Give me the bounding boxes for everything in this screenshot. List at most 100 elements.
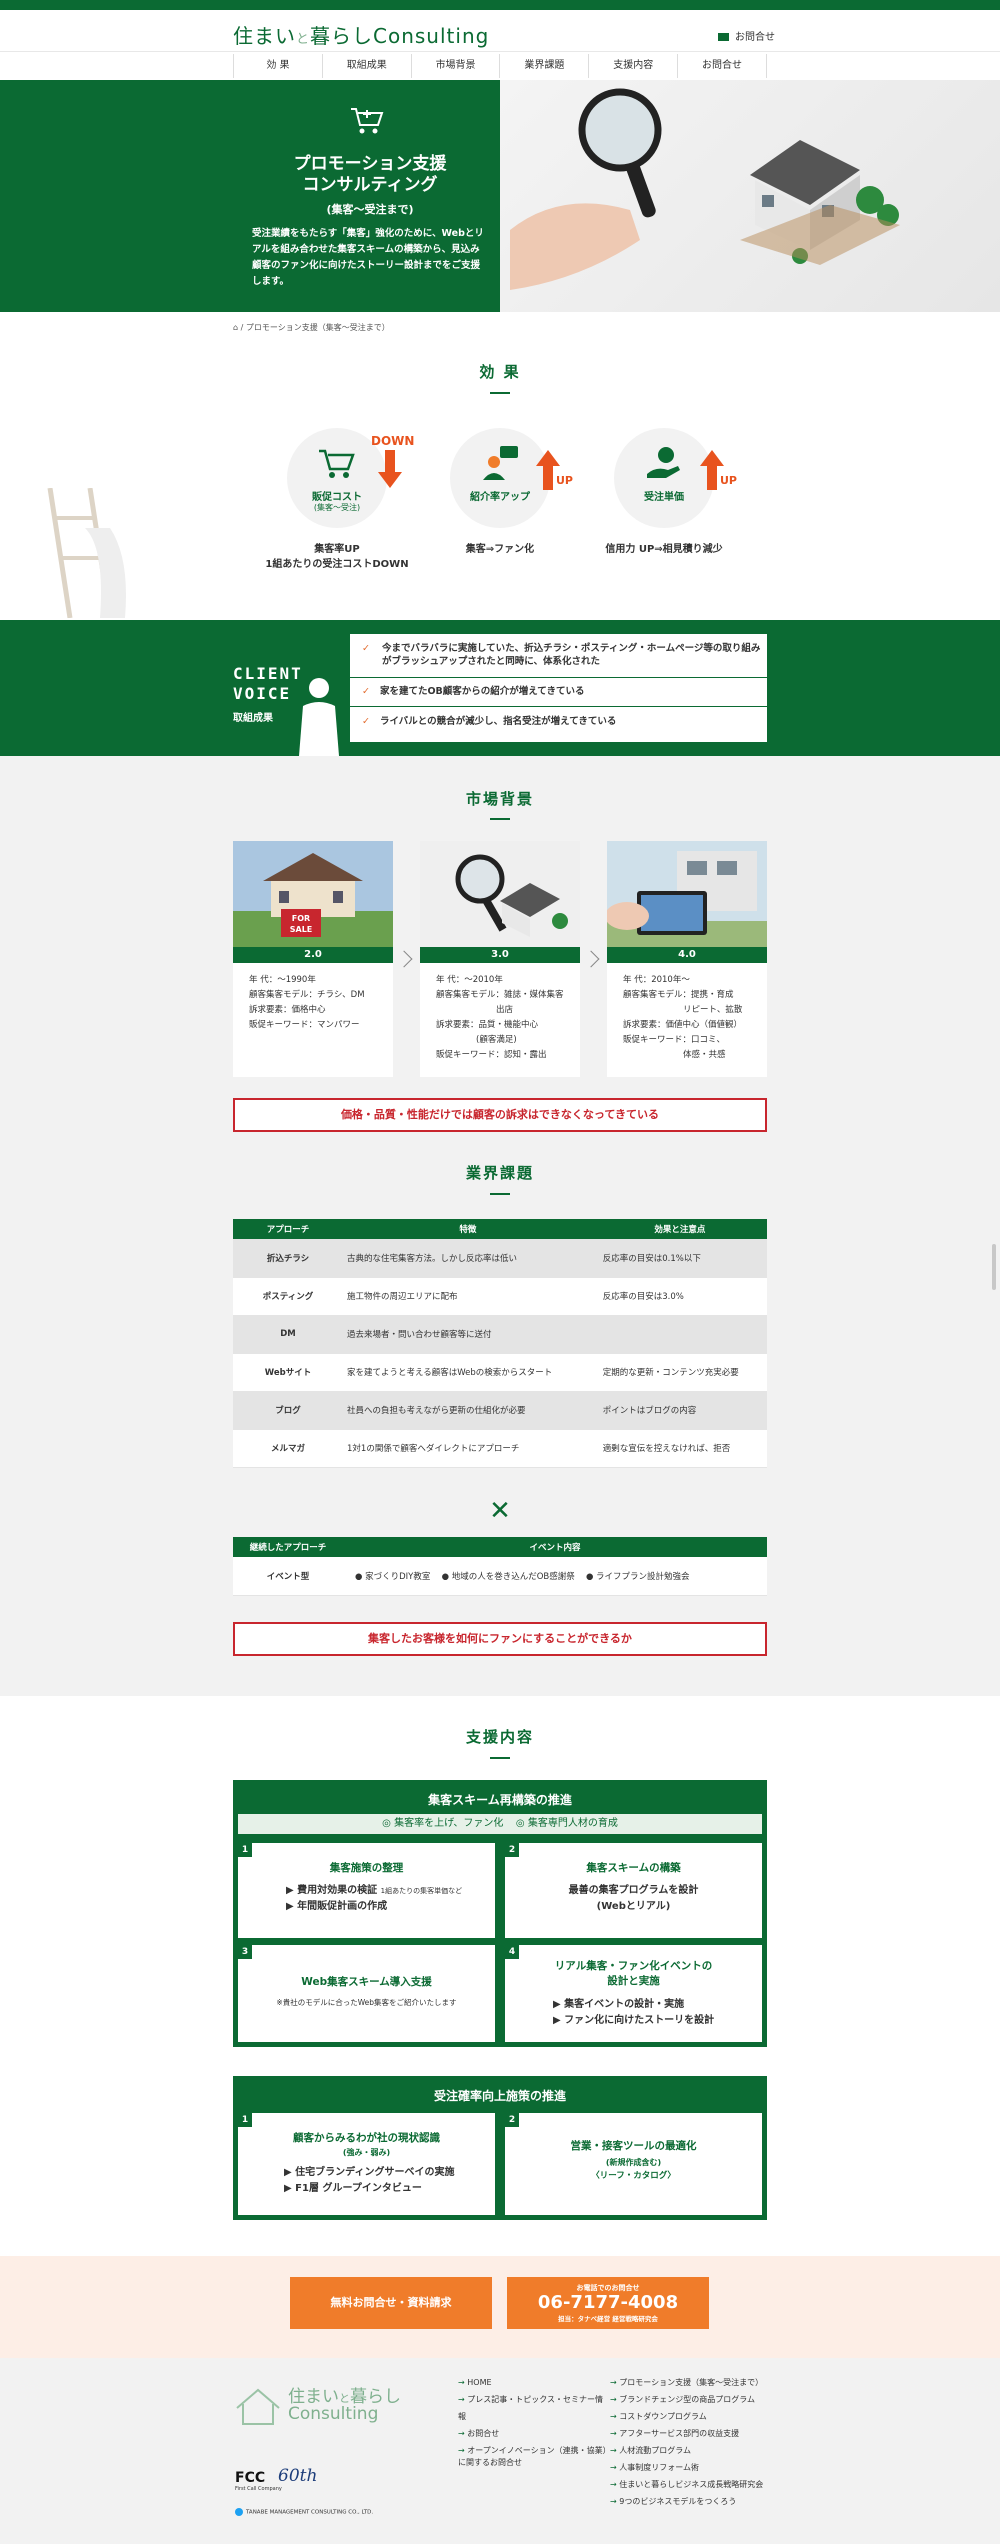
step-number: 1 — [238, 2113, 252, 2127]
event-item: ● 家づくりDIY教室 — [355, 1571, 431, 1582]
effect-referral-circle: 紹介率アップ — [450, 428, 550, 528]
header-contact-link[interactable]: お問合せ — [718, 28, 775, 43]
support-block-title: 受注確率向上施策の推進 — [433, 2089, 566, 2103]
scrollbar-thumb[interactable] — [992, 1244, 996, 1290]
footer-logo[interactable]: 住まいと暮らし Consulting — [233, 2380, 413, 2432]
company-name: TANABE MANAGEMENT CONSULTING CO., LTD. — [235, 2508, 373, 2516]
footer-link[interactable]: 住まいと暮らしビジネス成長戦略研究会 — [610, 2476, 770, 2493]
nav-item-results[interactable]: 取組成果 — [323, 54, 412, 78]
market-model: 顧客集客モデル：雑誌・媒体集客 — [436, 990, 564, 1000]
support-cell-line: ▶ 年間販促計画の作成 — [286, 1901, 388, 1912]
hero-text-panel: プロモーション支援 コンサルティング (集客〜受注まで) 受注業績をもたらす「集客… — [0, 80, 500, 312]
footer-link[interactable]: HOME — [458, 2374, 608, 2391]
support-cell-list: ▶ 費用対効果の検証 1組あたりの集客単価など ▶ 年間販促計画の作成 — [286, 1883, 462, 1915]
table-header: アプローチ — [233, 1219, 343, 1239]
table-row: ポスティング 施工物件の周辺エリアに配布 反応率の目安は3.0% — [233, 1277, 767, 1316]
table-cell: ポスティング — [233, 1277, 343, 1316]
market-keyword: 販促キーワード：認知・露出 — [436, 1050, 547, 1060]
phone-button[interactable]: お電話でのお問合せ 06-7177-4008 担当：タナベ経営 経営戦略研究会 — [507, 2277, 709, 2329]
market-keyword-cont: 体感・共感 — [683, 1050, 726, 1060]
support-cell-list: ▶ 住宅ブランディングサーベイの実施 ▶ F1層 グループインタビュー — [284, 2165, 454, 2197]
logo-text: 住まい — [233, 24, 296, 48]
footer-link[interactable]: コストダウンプログラム — [610, 2408, 770, 2425]
cart-icon — [351, 108, 384, 134]
phone-note: 担当：タナベ経営 経営戦略研究会 — [558, 2315, 658, 2323]
table-cell: 家を建てようと考える顧客はWebの検索からスタート — [343, 1353, 593, 1392]
footer-logo-en: Consulting — [288, 2404, 379, 2424]
section-underline — [490, 392, 510, 394]
client-voice-subtitle: 取組成果 — [233, 713, 273, 724]
support-cell-title: 顧客からみるわが社の現状認識 — [293, 2132, 440, 2144]
header-contact-label: お問合せ — [735, 32, 775, 43]
section-underline — [490, 1757, 510, 1759]
footer-link[interactable]: お問合せ — [458, 2425, 608, 2442]
footer-link[interactable]: アフターサービス部門の収益支援 — [610, 2425, 770, 2442]
market-appeal: 訴求要素：価格中心 — [249, 1005, 326, 1015]
support-cell-b2-1: 1 顧客からみるわが社の現状認識 (強み・弱み) ▶ 住宅ブランディングサーベイ… — [238, 2113, 495, 2215]
market-version: 2.0 — [233, 947, 393, 963]
footer-link[interactable]: オープンイノベーション（連携・協業）に関するお問合せ — [458, 2445, 608, 2469]
voice-item: ✓ 今までバラバラに実施していた、折込チラシ・ポスティング・ホームページ等の取り組… — [362, 642, 767, 668]
support-cell-list: ▶ 集客イベントの設計・実施 ▶ ファン化に向けたストーリを設計 — [553, 1997, 714, 2029]
step-number: 2 — [505, 1843, 519, 1857]
nav-item-market[interactable]: 市場背景 — [412, 54, 501, 78]
market-appeal: 訴求要素：価値中心（価値観） — [623, 1020, 743, 1030]
support-title: 支援内容 — [465, 1728, 534, 1746]
nav-item-effect[interactable]: 効 果 — [234, 54, 323, 78]
support-cell-title-cont: 設計と実施 — [607, 1975, 660, 1987]
support-cell-title: 営業・接客ツールの最適化 — [570, 2140, 697, 2152]
mail-icon — [718, 33, 729, 41]
site-header: 住まいと暮らしConsulting お問合せ — [0, 10, 1000, 52]
support-cell-2: 2 集客スキームの構築 最善の集客プログラムを設計 (Webとリアル) — [505, 1843, 762, 1938]
support-cell-line: ▶ F1層 グループインタビュー — [284, 2183, 422, 2194]
divider — [350, 677, 767, 678]
footer-link[interactable]: 人材流動プログラム — [610, 2442, 770, 2459]
site-logo[interactable]: 住まいと暮らしConsulting — [233, 20, 489, 49]
table-header-row: 継続したアプローチ イベント内容 — [233, 1537, 767, 1557]
support-cell-line: ▶ 費用対効果の検証 — [286, 1885, 378, 1896]
inquiry-button[interactable]: 無料お問合せ・資料請求 — [290, 2277, 492, 2329]
table-cell: イベント型 — [233, 1557, 343, 1596]
twitter-icon[interactable] — [235, 2508, 243, 2516]
nav-item-issues[interactable]: 業界課題 — [500, 54, 590, 78]
table-cell: 施工物件の周辺エリアに配布 — [343, 1277, 593, 1316]
event-list-cell: ● 家づくりDIY教室 ● 地域の人を巻き込んだOB感謝祭 ● ライフプラン設計… — [343, 1557, 767, 1596]
support-cell-4: 4 リアル集客・ファン化イベントの 設計と実施 ▶ 集客イベントの設計・実施 ▶… — [505, 1945, 762, 2042]
issues-table: アプローチ 特徴 効果と注意点 折込チラシ 古典的な住宅集客方法。しかし反応率は低い反… — [233, 1219, 767, 1468]
footer-link[interactable]: 9つのビジネスモデルをつくろう — [610, 2493, 770, 2510]
step-number: 2 — [505, 2113, 519, 2127]
divider — [350, 706, 767, 707]
footer-link[interactable]: 人事制度リフォーム術 — [610, 2459, 770, 2476]
market-keyword: 販促キーワード：マンパワー — [249, 1020, 360, 1030]
magnifier-house-photo — [420, 841, 580, 947]
effect-result: 集客⇒ファン化 — [465, 544, 535, 555]
home-icon[interactable]: ⌂ — [233, 323, 238, 332]
footer-link[interactable]: プロモーション支援（集客〜受注まで） — [610, 2374, 770, 2391]
breadcrumb: ⌂ / プロモーション支援（集客〜受注まで） — [233, 322, 390, 333]
table-cell: 社員への負担も考えながら更新の仕組化が必要 — [343, 1391, 593, 1430]
person-speech-icon — [483, 446, 518, 480]
nav-item-contact[interactable]: お問合せ — [678, 54, 767, 78]
table-cell: 適剰な宣伝を控えなければ、拒否 — [592, 1429, 767, 1468]
market-card-2-0: FOR SALE 2.0 年 代：〜1990年 顧客集客モデル：チラシ、DM 訴求… — [233, 841, 393, 1077]
fcc-logo: FCC — [235, 2470, 266, 2486]
hero-subtitle: (集客〜受注まで) — [326, 203, 414, 216]
hero-title-line2: コンサルティング — [302, 175, 438, 195]
market-era: 年 代：〜2010年 — [436, 975, 503, 985]
businessman-silhouette-icon — [299, 678, 339, 756]
footer-link[interactable]: プレス記事・トピックス・セミナー情報 — [458, 2391, 608, 2425]
effect-label: 受注単価 — [644, 492, 684, 503]
cta-band — [0, 2256, 1000, 2358]
effect-result: 集客率UP 1組あたりの受注コストDOWN — [247, 542, 427, 572]
down-badge: DOWN — [371, 434, 415, 448]
support-cell-line: 最善の集客プログラムを設計 — [568, 1885, 699, 1896]
footer-link[interactable]: ブランドチェンジ型の商品プログラム — [610, 2391, 770, 2408]
table-cell: ポイントはブログの内容 — [592, 1391, 767, 1430]
hero-section: プロモーション支援 コンサルティング (集客〜受注まで) 受注業績をもたらす「集客… — [0, 80, 1000, 312]
support-tags: ◎ 集客率を上げ、ファン化 ◎ 集客専門人材の育成 — [238, 1814, 762, 1834]
ladder-illustration — [47, 488, 126, 618]
table-cell: 反応率の目安は3.0% — [592, 1277, 767, 1316]
nav-item-support[interactable]: 支援内容 — [589, 54, 679, 78]
market-info: 年 代：2010年〜 顧客集客モデル：提携・育成 リピート、拡散 訴求要素：価値… — [623, 973, 763, 1063]
market-model: 顧客集客モデル：チラシ、DM — [249, 990, 365, 1000]
